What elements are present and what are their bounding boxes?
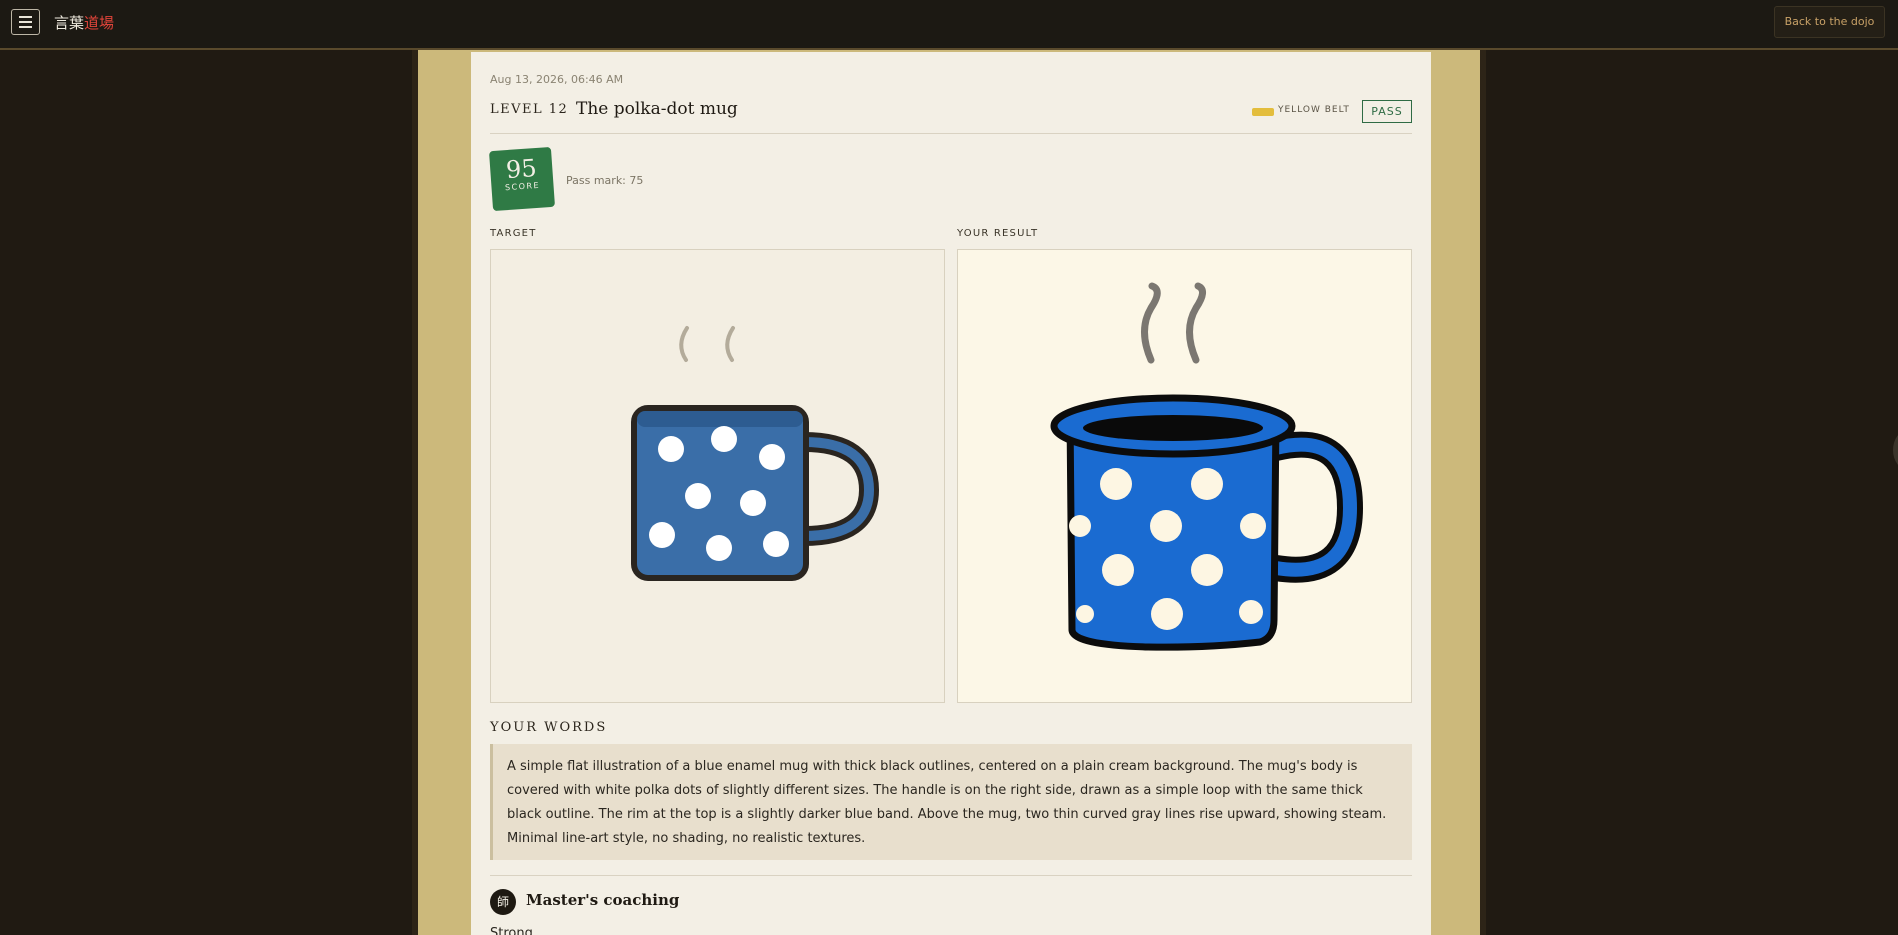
result-mug-illustration: [1050, 282, 1364, 651]
target-mug-illustration: [631, 326, 880, 581]
score-value: 95: [505, 153, 538, 185]
backdrop-left: [0, 48, 412, 935]
result-label: YOUR RESULT: [957, 228, 1039, 239]
divider: [490, 133, 1412, 134]
prompt-text: A simple flat illustration of a blue ena…: [490, 744, 1412, 860]
result-panel: Aug 13, 2026, 06:46 AM LEVEL 12 The polk…: [471, 52, 1431, 935]
level-label: LEVEL 12: [490, 102, 569, 117]
target-label: TARGET: [490, 228, 537, 239]
belt-label: YELLOW BELT: [1278, 105, 1350, 115]
pass-mark: Pass mark: 75: [566, 174, 644, 187]
coaching-title: Master's coaching: [526, 891, 680, 909]
target-image: [490, 249, 945, 703]
belt-swatch: [1252, 108, 1274, 116]
divider: [490, 875, 1412, 876]
menu-icon[interactable]: [11, 9, 40, 35]
coaching-text: Strong … … … … … … … …: [490, 926, 670, 935]
background-page-peek: [490, 0, 1190, 14]
back-to-dojo-button[interactable]: Back to the dojo: [1774, 6, 1885, 38]
score-badge: 95 SCORE: [488, 146, 556, 212]
result-image: [957, 249, 1412, 703]
your-words-heading: YOUR WORDS: [490, 720, 608, 735]
brand-plain: 言葉: [54, 14, 85, 32]
app-brand[interactable]: 言葉道場: [54, 12, 114, 33]
status-badge: PASS: [1362, 100, 1412, 123]
attempt-date: Aug 13, 2026, 06:46 AM: [490, 73, 624, 86]
backdrop-right: [1486, 48, 1898, 935]
top-bar: 言葉道場 Back to the dojo: [0, 0, 1898, 50]
master-icon: 師: [490, 889, 516, 915]
attempt-title: The polka-dot mug: [576, 99, 738, 119]
brand-accent: 道場: [84, 14, 115, 32]
